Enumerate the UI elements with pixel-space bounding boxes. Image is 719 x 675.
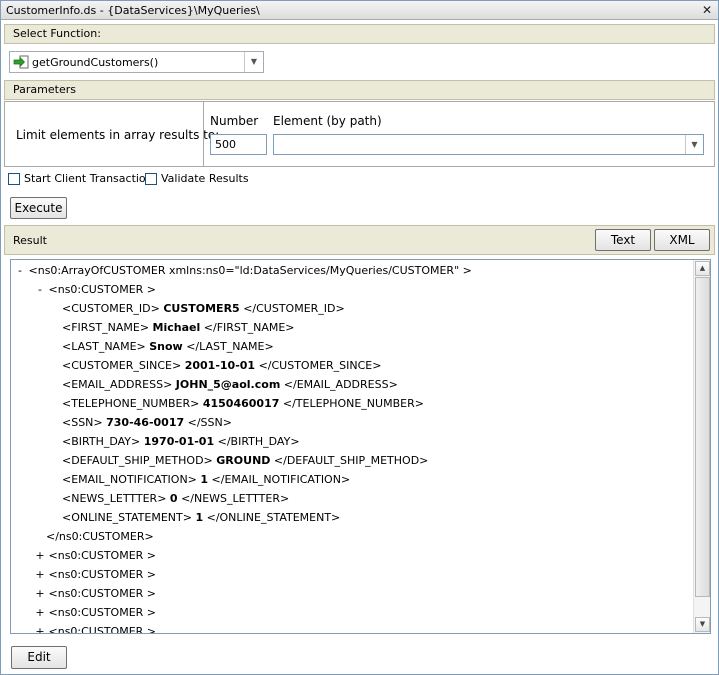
expand-icon[interactable]: + — [35, 603, 45, 622]
xml-field-value: 730-46-0017 — [106, 416, 185, 429]
text-view-button[interactable]: Text — [595, 229, 651, 251]
select-function-header: Select Function: — [4, 24, 715, 44]
green-arrow-into-box-icon — [13, 55, 29, 69]
result-xml-tree[interactable]: - <ns0:ArrayOfCUSTOMER xmlns:ns0="ld:Dat… — [10, 259, 711, 634]
collapse-icon[interactable]: - — [35, 280, 45, 299]
vertical-scrollbar[interactable]: ▲ ▼ — [693, 260, 710, 633]
scroll-up-arrow-icon[interactable]: ▲ — [695, 261, 710, 276]
parameters-panel: Limit elements in array results to: Numb… — [4, 101, 715, 167]
query-editor-window: CustomerInfo.ds - {DataServices}\MyQueri… — [0, 0, 719, 675]
xml-view-button[interactable]: XML — [654, 229, 710, 251]
window-title: CustomerInfo.ds - {DataServices}\MyQueri… — [6, 4, 260, 17]
scroll-down-arrow-icon[interactable]: ▼ — [695, 617, 710, 632]
element-path-label: Element (by path) — [273, 114, 382, 128]
xml-field-value: 2001-10-01 — [184, 359, 256, 372]
expand-icon[interactable]: + — [35, 622, 45, 633]
xml-field-value: 4150460017 — [202, 397, 280, 410]
number-input[interactable] — [210, 134, 267, 155]
limit-elements-label: Limit elements in array results to: — [16, 128, 220, 142]
xml-field-row: <BIRTH_DAY> 1970-01-01 </BIRTH_DAY> — [62, 435, 300, 448]
xml-field-row: <EMAIL_ADDRESS> JOHN_5@aol.com </EMAIL_A… — [62, 378, 398, 391]
xml-field-row: <TELEPHONE_NUMBER> 4150460017 </TELEPHON… — [62, 397, 424, 410]
xml-field-row: <NEWS_LETTTER> 0 </NEWS_LETTTER> — [62, 492, 290, 505]
xml-field-row: <CUSTOMER_ID> CUSTOMER5 </CUSTOMER_ID> — [62, 302, 345, 315]
xml-field-value: GROUND — [216, 454, 271, 467]
checkbox-box[interactable] — [8, 173, 20, 185]
element-path-select[interactable]: ▼ — [273, 134, 704, 155]
xml-field-value: 1970-01-01 — [143, 435, 215, 448]
start-client-transaction-checkbox[interactable]: Start Client Transaction — [8, 172, 153, 188]
parameters-divider — [203, 102, 204, 166]
xml-customer-open[interactable]: - <ns0:CUSTOMER > — [35, 280, 156, 299]
title-bar: CustomerInfo.ds - {DataServices}\MyQueri… — [1, 1, 718, 20]
xml-field-value: CUSTOMER5 — [163, 302, 240, 315]
xml-field-value: 1 — [200, 473, 209, 486]
edit-button[interactable]: Edit — [11, 646, 67, 669]
xml-customer-collapsed[interactable]: + <ns0:CUSTOMER > — [35, 546, 156, 565]
xml-customer-collapsed[interactable]: + <ns0:CUSTOMER > — [35, 603, 156, 622]
scrollbar-thumb[interactable] — [695, 277, 710, 597]
xml-customer-close: </ns0:CUSTOMER> — [46, 530, 154, 543]
xml-field-row: <CUSTOMER_SINCE> 2001-10-01 </CUSTOMER_S… — [62, 359, 382, 372]
xml-field-value: 0 — [169, 492, 178, 505]
xml-root-open[interactable]: - <ns0:ArrayOfCUSTOMER xmlns:ns0="ld:Dat… — [15, 261, 472, 280]
parameters-header: Parameters — [4, 80, 715, 100]
expand-icon[interactable]: + — [35, 546, 45, 565]
xml-field-row: <SSN> 730-46-0017 </SSN> — [62, 416, 232, 429]
xml-field-value: JOHN_5@aol.com — [175, 378, 281, 391]
expand-icon[interactable]: + — [35, 584, 45, 603]
collapse-icon[interactable]: - — [15, 261, 25, 280]
close-icon[interactable]: ✕ — [702, 3, 712, 17]
xml-customer-collapsed[interactable]: + <ns0:CUSTOMER > — [35, 584, 156, 603]
result-label: Result — [13, 234, 47, 247]
xml-field-value: Michael — [152, 321, 201, 334]
xml-field-row: <FIRST_NAME> Michael </FIRST_NAME> — [62, 321, 295, 334]
expand-icon[interactable]: + — [35, 565, 45, 584]
xml-field-value: 1 — [195, 511, 204, 524]
chevron-down-icon[interactable]: ▼ — [685, 135, 703, 154]
xml-customer-collapsed[interactable]: + <ns0:CUSTOMER > — [35, 622, 156, 633]
validate-results-label: Validate Results — [161, 172, 249, 185]
xml-customer-collapsed[interactable]: + <ns0:CUSTOMER > — [35, 565, 156, 584]
execute-button[interactable]: Execute — [10, 197, 67, 219]
xml-field-value: Snow — [149, 340, 183, 353]
function-select[interactable]: getGroundCustomers() ▼ — [9, 51, 264, 73]
chevron-down-icon[interactable]: ▼ — [244, 52, 263, 72]
function-select-value: getGroundCustomers() — [32, 56, 159, 69]
checkbox-box[interactable] — [145, 173, 157, 185]
start-client-transaction-label: Start Client Transaction — [24, 172, 153, 185]
number-label: Number — [210, 114, 259, 128]
xml-field-row: <ONLINE_STATEMENT> 1 </ONLINE_STATEMENT> — [62, 511, 341, 524]
validate-results-checkbox[interactable]: Validate Results — [145, 172, 249, 188]
xml-field-row: <DEFAULT_SHIP_METHOD> GROUND </DEFAULT_S… — [62, 454, 429, 467]
xml-field-row: <EMAIL_NOTIFICATION> 1 </EMAIL_NOTIFICAT… — [62, 473, 351, 486]
xml-field-row: <LAST_NAME> Snow </LAST_NAME> — [62, 340, 274, 353]
